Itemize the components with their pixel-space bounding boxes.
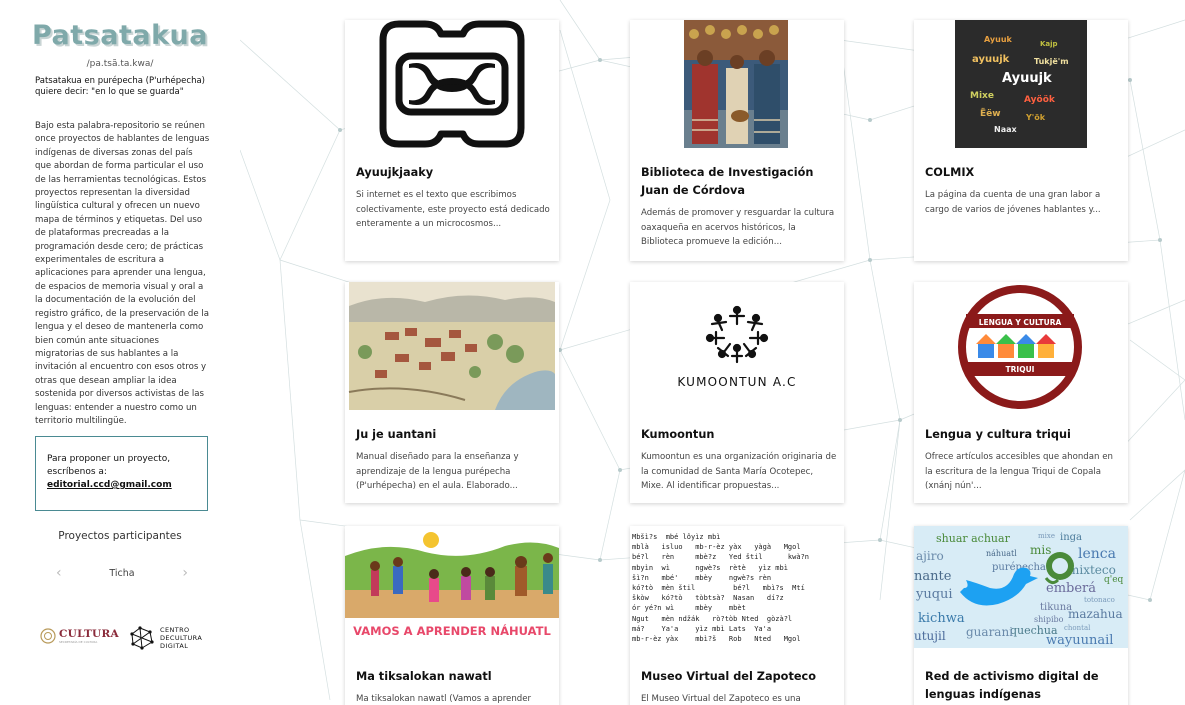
- colmix-word: ayuujk: [972, 54, 1010, 65]
- card-excerpt: Si internet es el texto que escribimos c…: [356, 190, 550, 229]
- project-card-colmix[interactable]: Ayuuk ayuujk Ayuujk Mixe Ayöök Tukjë'm Ë…: [914, 20, 1128, 261]
- project-card-ju-je-uantani[interactable]: Ju je uantani Manual diseñado para la en…: [345, 282, 559, 503]
- card-title[interactable]: Lengua y cultura triqui: [925, 426, 1121, 444]
- ccd-network-icon: [130, 626, 154, 650]
- colmix-word: Ayuuk: [984, 35, 1013, 44]
- title-meaning: Patsatakua en purépecha (P'urhépecha) qu…: [35, 76, 205, 97]
- ccd-logo[interactable]: CENTRO DECULTURA DIGITAL: [128, 624, 202, 652]
- ayuujkjaaky-thumbnail: [345, 20, 559, 150]
- nahuatl-illustration-image: VAMOS A APRENDER NÁHUATL: [345, 526, 559, 648]
- card-title[interactable]: Ju je uantani: [356, 426, 552, 444]
- site-title[interactable]: Patsatakua: [0, 20, 240, 51]
- svg-text:lenca: lenca: [1078, 546, 1116, 562]
- propose-project-box: Para proponer un proyecto, escríbenos a:…: [35, 436, 208, 511]
- nahuatl-thumbnail: VAMOS A APRENDER NÁHUATL: [345, 526, 559, 648]
- card-excerpt: La página da cuenta de una gran labor a …: [925, 190, 1101, 215]
- project-card-triqui[interactable]: LENGUA Y CULTURA TRIQUI Lengua y cultura…: [914, 282, 1128, 503]
- biblioteca-thumbnail: [630, 20, 844, 150]
- colmix-word: Kajp: [1040, 40, 1058, 48]
- project-card-red-activismo[interactable]: shuar achuar inga mixe ajiro náhuatl mis…: [914, 526, 1128, 705]
- svg-text:mazahua: mazahua: [1068, 607, 1123, 621]
- svg-text:inga: inga: [1060, 532, 1082, 543]
- sidebar: Patsatakua /pa.tsã.ta.kwa/ Patsatakua en…: [0, 0, 240, 705]
- project-card-ayuujkjaaky[interactable]: Ayuujkjaaky Si internet es el texto que …: [345, 20, 559, 261]
- svg-text:yuqui: yuqui: [915, 587, 953, 602]
- card-excerpt: Kumoontun es una organización originaria…: [641, 452, 837, 491]
- svg-text:mis: mis: [1030, 543, 1051, 557]
- kumoontun-logo-text: KUMOONTUN A.C: [677, 375, 796, 389]
- card-excerpt: Ofrece artículos accesibles que ahondan …: [925, 452, 1113, 491]
- project-card-ma-tiksalokan[interactable]: VAMOS A APRENDER NÁHUATL Ma tiksalokan n…: [345, 526, 559, 705]
- card-title[interactable]: Ma tiksalokan nawatl: [356, 668, 552, 686]
- colmix-thumbnail: Ayuuk ayuujk Ayuujk Mixe Ayöök Tukjë'm Ë…: [914, 20, 1128, 150]
- nahuatl-banner-text: VAMOS A APRENDER NÁHUATL: [353, 623, 551, 638]
- svg-text:nante: nante: [914, 569, 952, 584]
- participants-heading: Proyectos participantes: [58, 530, 182, 542]
- svg-text:guarani: guarani: [966, 625, 1013, 639]
- ju-je-uantani-thumbnail: [345, 282, 559, 412]
- carousel-next-button[interactable]: ›: [182, 565, 188, 581]
- colmix-word: Tukjë'm: [1034, 57, 1069, 66]
- carousel-item[interactable]: Ticha: [52, 568, 192, 579]
- kumoontun-thumbnail: KUMOONTUN A.C: [630, 282, 844, 412]
- propose-email-link[interactable]: editorial.ccd@gmail.com: [47, 480, 172, 490]
- colmix-word: Mixe: [970, 91, 994, 101]
- colmix-word: Ayöök: [1024, 95, 1056, 105]
- colmix-word-cloud-image: Ayuuk ayuujk Ayuujk Mixe Ayöök Tukjë'm Ë…: [955, 20, 1087, 148]
- project-description: Bajo esta palabra-repositorio se reúnen …: [35, 121, 210, 426]
- project-card-biblioteca[interactable]: Biblioteca de Investigación Juan de Córd…: [630, 20, 844, 261]
- card-title[interactable]: Kumoontun: [641, 426, 837, 444]
- triqui-logo-image: LENGUA Y CULTURA TRIQUI: [958, 285, 1082, 409]
- project-card-museo-zapoteco[interactable]: Mbšì?s mbé lôyìz mbì mblà isluo mb-r-èz …: [630, 526, 844, 705]
- colmix-word: Y'ök: [1025, 113, 1046, 122]
- zapoteco-thumbnail: Mbšì?s mbé lôyìz mbì mblà isluo mb-r-èz …: [630, 526, 844, 648]
- svg-text:chontal: chontal: [1064, 624, 1091, 632]
- colmix-word: Ëëw: [980, 108, 1001, 119]
- card-excerpt: Además de promover y resguardar la cultu…: [641, 208, 835, 247]
- card-title[interactable]: COLMIX: [925, 164, 1121, 182]
- propose-text: Para proponer un proyecto, escríbenos a:: [47, 454, 171, 477]
- red-activismo-thumbnail: shuar achuar inga mixe ajiro náhuatl mis…: [914, 526, 1128, 648]
- project-card-kumoontun[interactable]: KUMOONTUN A.C Kumoontun Kumoontun es una…: [630, 282, 844, 503]
- card-title[interactable]: Ayuujkjaaky: [356, 164, 552, 182]
- card-title[interactable]: Biblioteca de Investigación Juan de Córd…: [641, 164, 837, 200]
- ccd-logo-text: CENTRO DECULTURA DIGITAL: [160, 626, 203, 650]
- participants-carousel: ‹ Ticha ›: [52, 565, 192, 583]
- ayuujkjaaky-glyph-icon: [379, 20, 525, 148]
- card-title[interactable]: Red de activismo digital de lenguas indí…: [925, 668, 1121, 704]
- svg-text:wayuunail: wayuunail: [1046, 633, 1113, 648]
- svg-text:náhuatl: náhuatl: [986, 549, 1017, 558]
- card-excerpt: Manual diseñado para la enseñanza y apre…: [356, 452, 519, 491]
- svg-text:utujil: utujil: [914, 629, 946, 643]
- svg-text:totonaco: totonaco: [1084, 596, 1115, 604]
- svg-text:ajiro: ajiro: [916, 549, 944, 563]
- svg-text:kichwa: kichwa: [918, 611, 965, 626]
- colmix-word: Ayuujk: [1002, 71, 1052, 86]
- card-excerpt: El Museo Virtual del Zapoteco es una: [641, 694, 801, 704]
- kumoontun-logo-image: KUMOONTUN A.C: [677, 305, 796, 389]
- svg-text:mixe: mixe: [1038, 532, 1055, 540]
- cultura-logo-text: CULTURA: [59, 628, 119, 640]
- triqui-logo-top-text: LENGUA Y CULTURA: [979, 318, 1062, 327]
- triqui-thumbnail: LENGUA Y CULTURA TRIQUI: [914, 282, 1128, 412]
- pronunciation: /pa.tsã.ta.kwa/: [86, 59, 154, 69]
- triqui-logo-bottom-text: TRIQUI: [1006, 365, 1035, 374]
- card-excerpt: Ma tiksalokan nawatl (Vamos a aprender: [356, 694, 532, 704]
- colmix-word: Naax: [994, 125, 1017, 134]
- biblioteca-painting-image: [684, 20, 788, 148]
- village-illustration-image: [348, 282, 555, 410]
- cultura-logo-subtext: SECRETARÍA DE CULTURA: [59, 640, 98, 644]
- svg-text:shipibo: shipibo: [1034, 615, 1064, 624]
- cultura-emblem-icon: [40, 628, 56, 644]
- svg-text:shuar achuar: shuar achuar: [936, 532, 1011, 545]
- card-title[interactable]: Museo Virtual del Zapoteco: [641, 668, 837, 686]
- red-activismo-word-cloud-image: shuar achuar inga mixe ajiro náhuatl mis…: [914, 526, 1128, 648]
- zapoteco-word-grid: Mbšì?s mbé lôyìz mbì mblà isluo mb-r-èz …: [632, 533, 810, 644]
- cultura-logo[interactable]: CULTURA SECRETARÍA DE CULTURA: [40, 628, 119, 644]
- svg-text:q'eq: q'eq: [1104, 575, 1124, 585]
